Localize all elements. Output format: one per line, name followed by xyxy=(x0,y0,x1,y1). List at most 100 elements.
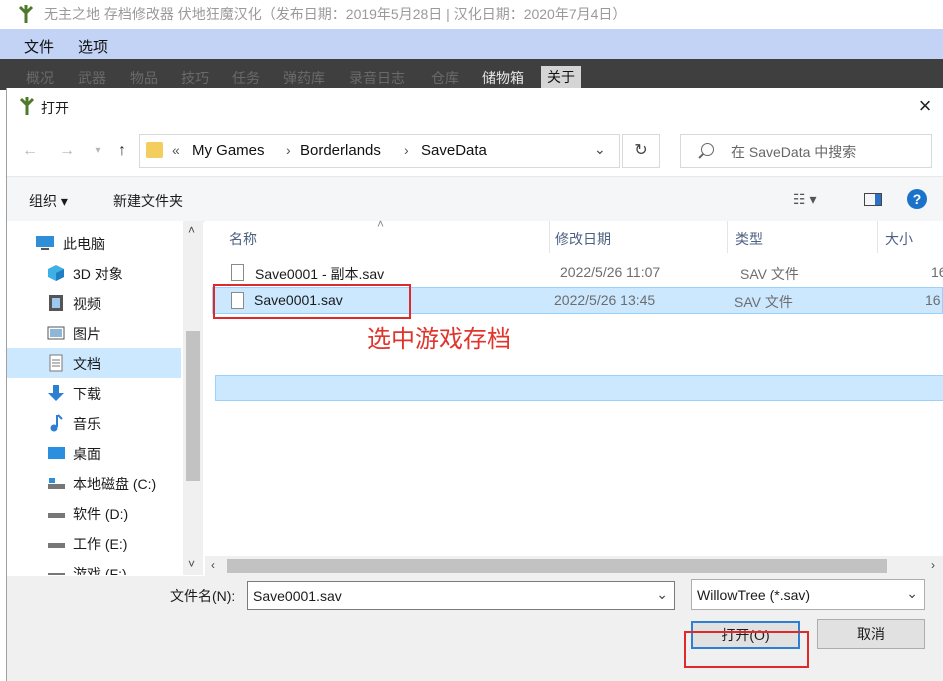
nav-label: 图片 xyxy=(73,326,101,342)
nav-label: 游戏 (F:) xyxy=(73,566,127,575)
forward-arrow-icon[interactable]: → xyxy=(58,142,76,160)
nav-label: 工作 (E:) xyxy=(73,536,128,552)
filename-input[interactable]: Save0001.sav ⌄ xyxy=(247,581,675,610)
nav-drive-c[interactable]: 本地磁盘 (C:) xyxy=(7,468,181,498)
tab-echo-logs[interactable]: 录音日志 xyxy=(349,68,405,88)
help-icon[interactable]: ? xyxy=(907,189,927,209)
filename-value: Save0001.sav xyxy=(253,588,342,604)
file-row-selected[interactable] xyxy=(215,375,943,401)
tab-bank[interactable]: 仓库 xyxy=(431,68,459,88)
nav-label: 桌面 xyxy=(73,446,101,462)
breadcrumb-my-games[interactable]: My Games xyxy=(192,142,265,159)
back-arrow-icon[interactable]: ← xyxy=(21,142,39,160)
menu-file[interactable]: 文件 xyxy=(24,36,54,57)
file-date: 2022/5/26 11:07 xyxy=(560,264,661,280)
address-dropdown-icon[interactable]: ⌄ xyxy=(594,141,606,158)
search-icon-handle xyxy=(698,153,704,159)
video-icon xyxy=(47,294,65,312)
app-logo-icon xyxy=(18,5,34,23)
nav-drive-d[interactable]: 软件 (D:) xyxy=(7,498,181,528)
annotation-text: 选中游戏存档 xyxy=(367,326,511,353)
nav-downloads[interactable]: 下载 xyxy=(7,378,181,408)
app-title-bar: 无主之地 存档修改器 伏地狂魔汉化（发布日期：2019年5月28日 | 汉化日期… xyxy=(0,0,943,29)
cancel-button[interactable]: 取消 xyxy=(817,619,925,649)
search-input[interactable]: 在 SaveData 中搜索 xyxy=(680,134,932,168)
column-header-type[interactable]: 类型 xyxy=(735,229,763,249)
file-name: Save0001 - 副本.sav xyxy=(255,266,385,282)
menu-options[interactable]: 选项 xyxy=(78,36,108,57)
disk-icon xyxy=(47,474,65,492)
nav-videos[interactable]: 视频 xyxy=(7,288,181,318)
dialog-toolbar: 组织 ▾ 新建文件夹 ☷ ▾ ? xyxy=(7,176,943,222)
address-row: ← → ▾ ↑ « My Games › Borderlands › SaveD… xyxy=(7,126,943,176)
picture-icon xyxy=(47,324,65,342)
nav-scrollbar[interactable]: ˄ ˅ xyxy=(183,221,203,575)
file-row[interactable]: Save0001 - 副本.sav 2022/5/26 11:07 SAV 文件… xyxy=(215,260,943,286)
new-folder-button[interactable]: 新建文件夹 xyxy=(113,191,183,211)
breadcrumb-savedata[interactable]: SaveData xyxy=(421,142,487,159)
file-date: 2022/5/26 13:45 xyxy=(554,292,656,308)
download-icon xyxy=(47,384,65,402)
close-icon[interactable]: × xyxy=(914,95,936,118)
nav-this-pc[interactable]: 此电脑 xyxy=(7,228,181,258)
file-type-filter[interactable]: WillowTree (*.sav) ⌄ xyxy=(691,579,925,610)
nav-scroll-thumb[interactable] xyxy=(186,331,200,481)
breadcrumb-prefix: « xyxy=(172,142,180,158)
tab-locker[interactable]: 储物箱 xyxy=(482,68,524,88)
nav-label: 软件 (D:) xyxy=(73,506,129,522)
address-bar[interactable]: « My Games › Borderlands › SaveData ⌄ xyxy=(139,134,620,168)
nav-desktop[interactable]: 桌面 xyxy=(7,438,181,468)
view-options-icon[interactable]: ☷ ▾ xyxy=(793,191,816,208)
horizontal-scrollbar[interactable]: ‹ › xyxy=(205,556,943,576)
filename-dropdown-icon[interactable]: ⌄ xyxy=(656,586,668,603)
highlight-open-button xyxy=(684,631,809,668)
file-list: ˄ 名称 修改日期 类型 大小 Save0001 - 副本.sav 2022/5… xyxy=(205,217,943,575)
tab-about[interactable]: 关于 xyxy=(541,66,581,88)
file-type: SAV 文件 xyxy=(740,266,799,282)
column-header-name[interactable]: 名称 xyxy=(229,229,257,249)
organize-button[interactable]: 组织 ▾ xyxy=(29,191,68,211)
nav-pictures[interactable]: 图片 xyxy=(7,318,181,348)
app-menubar: 文件 选项 xyxy=(0,29,943,59)
preview-pane-icon[interactable] xyxy=(864,193,882,206)
breadcrumb-chevron-icon: › xyxy=(286,142,291,158)
filter-dropdown-icon[interactable]: ⌄ xyxy=(906,585,918,602)
scroll-left-icon[interactable]: ‹ xyxy=(211,558,215,572)
column-header-date[interactable]: 修改日期 xyxy=(555,229,611,249)
nav-label: 本地磁盘 (C:) xyxy=(73,476,157,492)
nav-music[interactable]: 音乐 xyxy=(7,408,181,438)
refresh-icon[interactable]: ↻ xyxy=(622,134,660,168)
breadcrumb-borderlands[interactable]: Borderlands xyxy=(300,142,381,159)
column-header-size[interactable]: 大小 xyxy=(885,229,913,249)
file-size: 16 xyxy=(931,264,943,280)
nav-3d-objects[interactable]: 3D 对象 xyxy=(7,258,181,288)
folder-icon xyxy=(146,142,163,158)
nav-label: 此电脑 xyxy=(63,236,105,252)
drive-icon xyxy=(47,504,65,522)
nav-label: 视频 xyxy=(73,296,101,312)
tab-quests[interactable]: 任务 xyxy=(232,68,260,88)
nav-documents[interactable]: 文档 xyxy=(7,348,181,378)
nav-drive-f[interactable]: 游戏 (F:) xyxy=(7,558,181,575)
pc-icon xyxy=(35,234,54,252)
tab-skills[interactable]: 技巧 xyxy=(181,68,209,88)
up-arrow-icon[interactable]: ↑ xyxy=(113,142,131,160)
open-file-dialog: 打开 × ← → ▾ ↑ « My Games › Borderlands › … xyxy=(6,88,943,681)
file-type: SAV 文件 xyxy=(734,294,793,310)
scroll-right-icon[interactable]: › xyxy=(931,558,935,572)
highlight-selected-file xyxy=(213,284,411,319)
tab-ammo[interactable]: 弹药库 xyxy=(283,68,325,88)
scroll-up-icon[interactable]: ˄ xyxy=(188,223,195,237)
nav-label: 音乐 xyxy=(73,416,101,432)
music-icon xyxy=(47,414,65,432)
tab-items[interactable]: 物品 xyxy=(130,68,158,88)
tab-overview[interactable]: 概况 xyxy=(26,68,54,88)
nav-drive-e[interactable]: 工作 (E:) xyxy=(7,528,181,558)
file-icon xyxy=(231,264,244,281)
horizontal-scroll-thumb[interactable] xyxy=(227,559,887,573)
scroll-down-icon[interactable]: ˅ xyxy=(188,557,195,571)
recent-chevron-icon[interactable]: ▾ xyxy=(89,145,107,163)
tab-weapons[interactable]: 武器 xyxy=(78,68,106,88)
cube-icon xyxy=(47,264,65,282)
drive-icon xyxy=(47,534,65,552)
